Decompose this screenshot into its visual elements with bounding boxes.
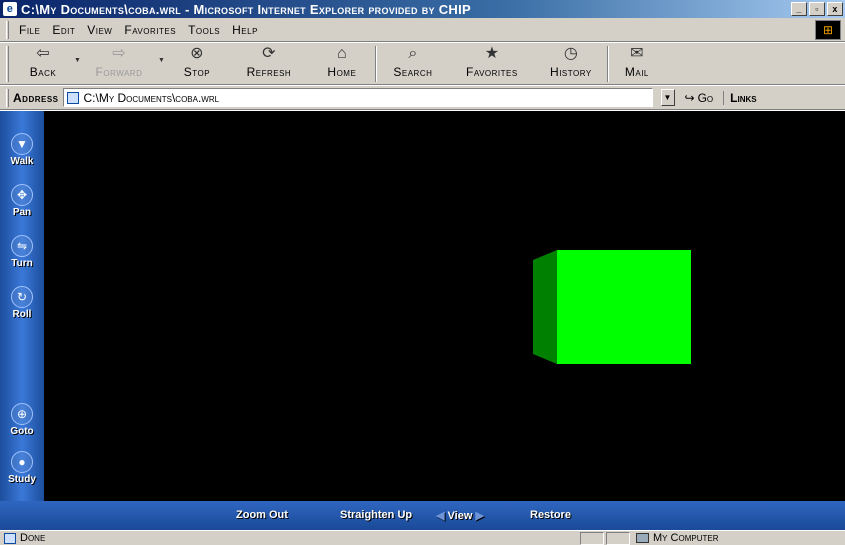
vrml-viewport[interactable]: ▼ Walk ✥ Pan ⇋ Turn ↻ Roll ⊕ Goto ● Stud… <box>0 111 845 530</box>
back-button[interactable]: ⇦ Back <box>13 43 73 85</box>
menu-tools[interactable]: Tools <box>182 23 226 37</box>
status-panel <box>606 532 630 545</box>
window-title: C:\My Documents\coba.wrl - Microsoft Int… <box>21 1 471 17</box>
address-bar: Address C:\My Documents\coba.wrl ▼ ↪ Go … <box>0 86 845 110</box>
address-value: C:\My Documents\coba.wrl <box>83 90 220 105</box>
favorites-icon: ★ <box>484 45 500 62</box>
menu-file[interactable]: File <box>13 23 46 37</box>
zoom-out-button[interactable]: Zoom Out <box>236 509 288 521</box>
forward-dropdown-icon[interactable]: ▼ <box>158 57 165 64</box>
address-label: Address <box>13 90 59 105</box>
title-bar: e C:\My Documents\coba.wrl - Microsoft I… <box>0 0 845 18</box>
go-button[interactable]: ↪ Go <box>685 91 714 105</box>
refresh-button[interactable]: ⟳ Refresh <box>229 43 309 85</box>
menu-bar: File Edit View Favorites Tools Help ⊞ <box>0 18 845 42</box>
security-zone: My Computer <box>636 532 719 544</box>
menu-favorites[interactable]: Favorites <box>118 23 182 37</box>
cube-front-face <box>557 250 691 364</box>
refresh-icon: ⟳ <box>262 45 276 62</box>
status-bar: Done My Computer <box>0 530 845 545</box>
close-button[interactable]: x <box>827 2 843 16</box>
pan-icon: ✥ <box>11 184 33 206</box>
menu-view[interactable]: View <box>81 23 118 37</box>
stop-icon: ⊗ <box>190 45 204 62</box>
goto-button[interactable]: ⊕ Goto <box>0 403 44 437</box>
vrml-bottom-navbar: Zoom Out Straighten Up ◀ View ▶ Restore <box>0 501 845 530</box>
vrml-side-navbar: ▼ Walk ✥ Pan ⇋ Turn ↻ Roll ⊕ Goto ● Stud… <box>0 111 44 530</box>
roll-icon: ↻ <box>11 286 33 308</box>
study-button[interactable]: ● Study <box>0 451 44 485</box>
walk-icon: ▼ <box>11 133 33 155</box>
previous-view-icon[interactable]: ◀ <box>436 510 444 522</box>
page-done-icon <box>4 532 16 544</box>
menubar-grip[interactable] <box>6 20 9 39</box>
standard-toolbar: ⇦ Back ▼ ⇨ Forward ▼ ⊗ Stop ⟳ Refresh ⌂ … <box>0 43 845 85</box>
addressbar-grip[interactable] <box>6 88 9 107</box>
forward-button[interactable]: ⇨ Forward <box>81 43 157 85</box>
favorites-button[interactable]: ★ Favorites <box>449 43 535 85</box>
links-button[interactable]: Links <box>723 90 757 105</box>
home-button[interactable]: ⌂ Home <box>309 43 375 85</box>
maximize-button[interactable]: ▫ <box>809 2 825 16</box>
back-dropdown-icon[interactable]: ▼ <box>74 57 81 64</box>
mail-icon: ✉ <box>630 45 644 62</box>
menu-help[interactable]: Help <box>226 23 264 37</box>
search-button[interactable]: ⌕ Search <box>377 43 449 85</box>
goto-icon: ⊕ <box>11 403 33 425</box>
ie-logo-icon: e <box>3 2 17 16</box>
windows-logo-icon: ⊞ <box>815 20 841 40</box>
minimize-button[interactable]: _ <box>791 2 807 16</box>
computer-icon <box>636 533 649 543</box>
go-arrow-icon: ↪ <box>684 90 695 105</box>
next-view-icon[interactable]: ▶ <box>475 510 483 522</box>
page-icon <box>66 91 79 104</box>
study-icon: ● <box>11 451 33 473</box>
window-controls: _ ▫ x <box>791 2 843 16</box>
search-icon: ⌕ <box>408 45 418 62</box>
straighten-up-button[interactable]: Straighten Up <box>340 509 412 521</box>
turn-button[interactable]: ⇋ Turn <box>0 235 44 269</box>
stop-button[interactable]: ⊗ Stop <box>165 43 229 85</box>
status-panel <box>580 532 604 545</box>
forward-arrow-icon: ⇨ <box>112 45 126 62</box>
mail-button[interactable]: ✉ Mail <box>609 43 665 85</box>
address-dropdown-button[interactable]: ▼ <box>660 89 675 106</box>
roll-button[interactable]: ↻ Roll <box>0 286 44 320</box>
history-button[interactable]: ◷ History <box>535 43 607 85</box>
cube-side-face <box>533 250 557 364</box>
history-icon: ◷ <box>563 45 578 62</box>
home-icon: ⌂ <box>337 45 347 62</box>
toolbar-grip[interactable] <box>6 46 9 82</box>
menu-edit[interactable]: Edit <box>46 23 81 37</box>
turn-icon: ⇋ <box>11 235 33 257</box>
restore-button[interactable]: Restore <box>530 509 571 521</box>
address-field[interactable]: C:\My Documents\coba.wrl <box>62 88 653 107</box>
view-control[interactable]: ◀ View ▶ <box>436 509 484 522</box>
status-text: Done <box>20 532 46 544</box>
pan-button[interactable]: ✥ Pan <box>0 184 44 218</box>
back-arrow-icon: ⇦ <box>36 45 50 62</box>
walk-button[interactable]: ▼ Walk <box>0 133 44 167</box>
